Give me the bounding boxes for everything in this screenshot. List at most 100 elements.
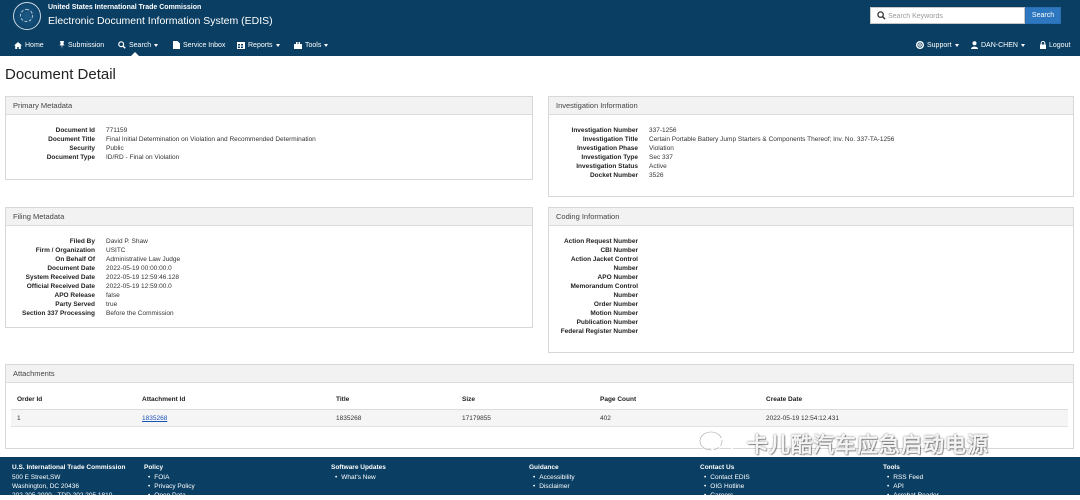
nav-user-menu[interactable]: DAN-CHEN: [971, 39, 1025, 51]
nav-home[interactable]: Home: [14, 39, 44, 51]
detail-row: Investigation Status Active: [549, 162, 1073, 171]
nav-reports[interactable]: Reports: [237, 39, 280, 51]
nav-service-inbox[interactable]: Service Inbox: [173, 39, 225, 51]
nav-user-label: DAN-CHEN: [981, 41, 1018, 49]
detail-label: Motion Number: [590, 310, 638, 317]
footer-link-foia[interactable]: FOIA: [144, 473, 195, 482]
nav-submission-label: Submission: [68, 41, 105, 49]
cell-size: 17179855: [462, 415, 491, 422]
detail-value: 771159: [106, 127, 128, 134]
footer-link-whats-new[interactable]: What's New: [331, 473, 386, 482]
detail-label: Filed By: [69, 238, 95, 245]
cell-title: 1835268: [336, 415, 362, 422]
detail-row: On Behalf Of Administrative Law Judge: [6, 255, 532, 264]
detail-row: Memorandum Control: [549, 282, 1073, 291]
footer-address-line: Washington, DC 20436: [12, 483, 79, 490]
detail-value: 337-1256: [649, 127, 677, 134]
detail-value: 3526: [649, 172, 664, 179]
org-name: United States International Trade Commis…: [48, 4, 202, 11]
footer-link-disclaimer[interactable]: Disclaimer: [529, 482, 575, 491]
detail-label: CBI Number: [600, 247, 638, 254]
nav-tools[interactable]: Tools: [294, 39, 329, 51]
cell-page-count: 402: [600, 415, 611, 422]
detail-row: Investigation Phase Violation: [549, 144, 1073, 153]
cell-create-date: 2022-05-19 12:54:12.431: [766, 415, 840, 422]
detail-row: Document Type ID/RD - Final on Violation: [6, 153, 532, 162]
panel-heading: Primary Metadata: [6, 97, 532, 115]
detail-value: Administrative Law Judge: [106, 256, 181, 263]
footer-heading: Software Updates: [331, 464, 386, 471]
footer-heading: Policy: [144, 464, 164, 471]
nav-service-inbox-label: Service Inbox: [183, 41, 226, 49]
detail-label: Number: [613, 292, 638, 299]
footer-link-open-data[interactable]: Open Data: [144, 491, 195, 500]
footer-software: Software Updates What's New: [331, 464, 386, 482]
footer-link-acrobat[interactable]: Acrobat Reader: [883, 491, 939, 500]
nav-submission[interactable]: Submission: [59, 39, 104, 51]
column-header-page-count[interactable]: Page Count: [600, 396, 636, 403]
detail-label: APO Number: [597, 274, 638, 281]
detail-value: David P. Shaw: [106, 238, 148, 245]
search-input[interactable]: [888, 10, 1023, 22]
detail-row: Document Id 771159: [6, 126, 532, 135]
attachment-id-link[interactable]: 1835268: [142, 415, 167, 422]
panel-heading: Attachments: [6, 365, 1073, 383]
system-name[interactable]: Electronic Document Information System (…: [48, 15, 273, 27]
detail-row: Official Received Date 2022-05-19 12:59:0…: [6, 282, 532, 291]
panel-heading: Filing Metadata: [6, 208, 532, 226]
footer-link-accessibility[interactable]: Accessibility: [529, 473, 574, 482]
detail-row: Security Public: [6, 144, 532, 153]
detail-row: System Received Date 2022-05-19 12:59:46.…: [6, 273, 532, 282]
nav-home-label: Home: [25, 41, 44, 49]
nav-logout[interactable]: Logout: [1040, 39, 1070, 51]
nav-tools-label: Tools: [305, 41, 322, 49]
detail-row: Action Jacket Control: [549, 255, 1073, 264]
detail-row: Investigation Type Sec 337: [549, 153, 1073, 162]
column-header-order-id[interactable]: Order Id: [17, 396, 42, 403]
nav-logout-label: Logout: [1049, 41, 1071, 49]
search-box[interactable]: [870, 7, 1025, 24]
detail-label: Investigation Number: [571, 127, 638, 134]
detail-label: Document Date: [47, 265, 95, 272]
wechat-watermark: 卡儿酷汽车应急启动电源: [697, 428, 989, 460]
footer-heading: Tools: [883, 464, 900, 471]
search-button[interactable]: Search: [1025, 7, 1061, 24]
detail-label: Document Id: [55, 127, 95, 134]
column-header-attachment-id[interactable]: Attachment Id: [142, 396, 185, 403]
column-header-size[interactable]: Size: [462, 396, 475, 403]
detail-row: Number: [549, 291, 1073, 300]
footer-heading: Contact Us: [700, 464, 735, 471]
column-header-create-date[interactable]: Create Date: [766, 396, 802, 403]
panel-heading: Coding Information: [549, 208, 1073, 226]
nav-search[interactable]: Search: [118, 39, 159, 51]
footer-link-contact-edis[interactable]: Contact EDIS: [700, 473, 749, 482]
detail-label: Document Type: [46, 154, 95, 161]
footer-guidance: Guidance Accessibility Disclaimer: [529, 464, 575, 491]
detail-value: Active: [649, 163, 667, 170]
chevron-down-icon: [324, 43, 329, 47]
footer-link-oig-hotline[interactable]: OIG Hotline: [700, 482, 750, 491]
detail-value: USITC: [106, 247, 126, 254]
detail-value: ID/RD - Final on Violation: [106, 154, 180, 161]
detail-label: On Behalf Of: [55, 256, 95, 263]
detail-row: Motion Number: [549, 309, 1073, 318]
footer-link-rss[interactable]: RSS Feed: [883, 473, 939, 482]
detail-row: Investigation Number 337-1256: [549, 126, 1073, 135]
footer-link-careers[interactable]: Careers: [700, 491, 750, 500]
active-nav-indicator: [131, 52, 139, 56]
footer-link-privacy[interactable]: Privacy Policy: [144, 482, 194, 491]
detail-label: Docket Number: [589, 172, 638, 179]
detail-row: Firm / Organization USITC: [6, 246, 532, 255]
calendar-icon: [237, 42, 245, 49]
user-icon: [971, 41, 978, 49]
footer-link-api[interactable]: API: [883, 482, 939, 491]
nav-support-label: Support: [927, 41, 952, 49]
column-header-title[interactable]: Title: [336, 396, 349, 403]
nav-support[interactable]: Support: [916, 39, 959, 51]
chevron-down-icon: [954, 43, 959, 47]
usitc-seal-logo: [13, 2, 41, 30]
table-row: [11, 410, 1068, 427]
investigation-info-panel: Investigation Information Investigation …: [548, 96, 1074, 197]
detail-value: Certain Portable Battery Jump Starters &…: [649, 136, 895, 143]
detail-label: Investigation Status: [576, 163, 638, 170]
